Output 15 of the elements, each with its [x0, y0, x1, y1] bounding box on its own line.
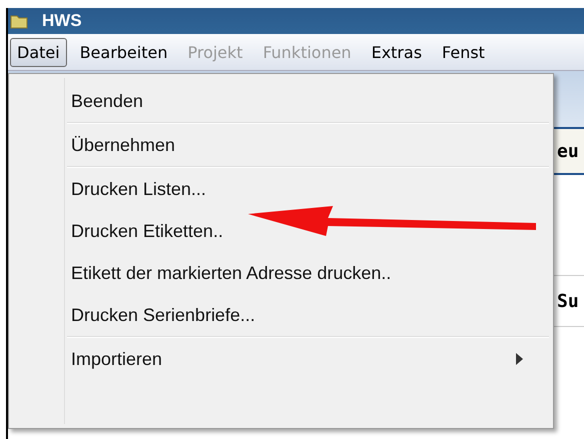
window-title: HWS: [42, 11, 82, 31]
menu-item[interactable]: Drucken Listen...: [9, 168, 553, 210]
menu-bar-item[interactable]: Extras: [364, 38, 429, 66]
menu-bar-item[interactable]: Fenst: [434, 38, 492, 66]
menu-item[interactable]: Übernehmen: [9, 124, 553, 166]
menu-item[interactable]: Etikett der markierten Adresse drucken..: [9, 252, 553, 294]
label-text: Su: [557, 290, 579, 312]
menu-item[interactable]: Importieren: [9, 338, 553, 380]
menu-item[interactable]: Drucken Serienbriefe...: [9, 294, 553, 336]
menu-item[interactable]: Beenden: [9, 80, 553, 122]
folder-icon: [10, 13, 28, 29]
menu-bar-item[interactable]: Datei: [10, 38, 67, 66]
column-heading: eu: [557, 140, 579, 162]
menu-bar-item[interactable]: Bearbeiten: [72, 38, 175, 66]
menu-item[interactable]: Drucken Etiketten..: [9, 210, 553, 252]
